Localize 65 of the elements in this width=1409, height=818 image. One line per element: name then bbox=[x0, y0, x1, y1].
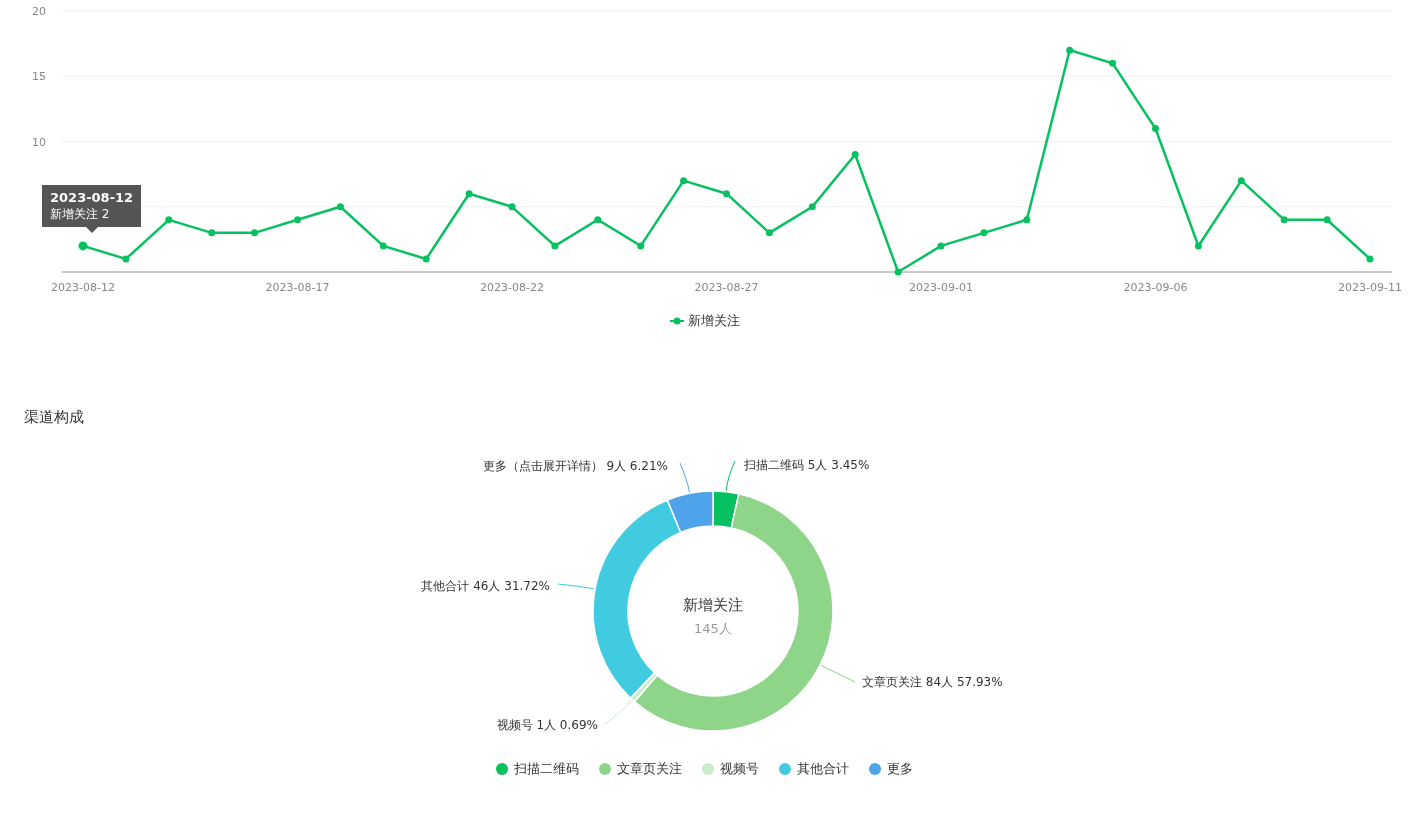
y-tick-label: 20 bbox=[32, 5, 46, 18]
legend-label[interactable]: 新增关注 bbox=[687, 311, 740, 331]
x-tick-label: 2023-08-12 bbox=[51, 281, 115, 294]
data-point[interactable] bbox=[251, 229, 259, 237]
data-point[interactable] bbox=[551, 242, 559, 250]
data-point[interactable] bbox=[894, 268, 902, 276]
data-point[interactable] bbox=[680, 177, 688, 185]
data-point[interactable] bbox=[336, 203, 344, 211]
data-point[interactable] bbox=[1023, 216, 1031, 224]
leader-line bbox=[820, 664, 856, 683]
data-point[interactable] bbox=[637, 242, 645, 250]
donut-slice[interactable] bbox=[592, 499, 682, 699]
donut-slice[interactable] bbox=[666, 490, 714, 534]
data-point[interactable] bbox=[980, 229, 988, 237]
data-point[interactable] bbox=[422, 255, 430, 263]
x-tick-label: 2023-09-01 bbox=[909, 281, 973, 294]
data-point[interactable] bbox=[1280, 216, 1288, 224]
data-point[interactable] bbox=[122, 255, 130, 263]
data-point[interactable] bbox=[294, 216, 301, 224]
x-tick-label: 2023-08-27 bbox=[694, 281, 759, 294]
data-point[interactable] bbox=[78, 241, 88, 251]
legend-label[interactable]: 更多 bbox=[887, 759, 913, 779]
slice-label: 文章页关注 84人 57.93% bbox=[862, 675, 1003, 689]
data-point[interactable] bbox=[508, 203, 516, 211]
data-point[interactable] bbox=[765, 229, 773, 237]
slice-label: 视频号 1人 0.69% bbox=[496, 718, 598, 732]
legend-label[interactable]: 其他合计 bbox=[797, 759, 849, 779]
section-title: 渠道构成 bbox=[24, 407, 84, 427]
leader-line bbox=[557, 583, 595, 590]
legend-label[interactable]: 视频号 bbox=[720, 759, 759, 779]
leader-line bbox=[725, 460, 736, 492]
donut-center-title: 新增关注 bbox=[683, 596, 743, 614]
donut-center-total: 145人 bbox=[694, 621, 732, 636]
x-tick-label: 2023-08-22 bbox=[480, 281, 544, 294]
slice-label: 更多（点击展开详情） 9人 6.21% bbox=[482, 459, 668, 473]
x-tick-label: 2023-09-11 bbox=[1338, 281, 1402, 294]
slice-label: 其他合计 46人 31.72% bbox=[421, 579, 550, 593]
legend-label[interactable]: 文章页关注 bbox=[617, 759, 682, 779]
y-tick-label: 15 bbox=[32, 70, 46, 84]
tooltip-date: 2023-08-12 bbox=[50, 190, 134, 206]
data-point[interactable] bbox=[1152, 124, 1159, 132]
data-point[interactable] bbox=[1366, 255, 1374, 263]
data-point[interactable] bbox=[208, 229, 216, 237]
data-point[interactable] bbox=[1194, 242, 1202, 250]
data-point[interactable] bbox=[723, 190, 730, 198]
data-point[interactable] bbox=[1237, 177, 1245, 185]
slice-label: 扫描二维码 5人 3.45% bbox=[744, 458, 870, 472]
x-tick-label: 2023-08-17 bbox=[265, 281, 330, 294]
data-point[interactable] bbox=[1066, 46, 1074, 54]
donut-slice[interactable] bbox=[633, 493, 834, 732]
leader-line bbox=[679, 462, 691, 493]
data-point[interactable] bbox=[1109, 59, 1117, 67]
data-point[interactable] bbox=[594, 216, 602, 224]
legend-label[interactable]: 扫描二维码 bbox=[514, 759, 579, 779]
x-tick-label: 2023-09-06 bbox=[1123, 281, 1188, 294]
data-point[interactable] bbox=[808, 203, 816, 211]
data-point[interactable] bbox=[379, 242, 387, 250]
data-point[interactable] bbox=[851, 151, 859, 159]
y-tick-label: 10 bbox=[32, 135, 46, 149]
data-point[interactable] bbox=[165, 216, 173, 224]
tooltip-value: 新增关注 2 bbox=[50, 206, 111, 222]
data-point[interactable] bbox=[937, 242, 945, 250]
data-point[interactable] bbox=[1323, 216, 1331, 224]
data-point[interactable] bbox=[465, 190, 473, 198]
leader-line bbox=[603, 700, 633, 726]
